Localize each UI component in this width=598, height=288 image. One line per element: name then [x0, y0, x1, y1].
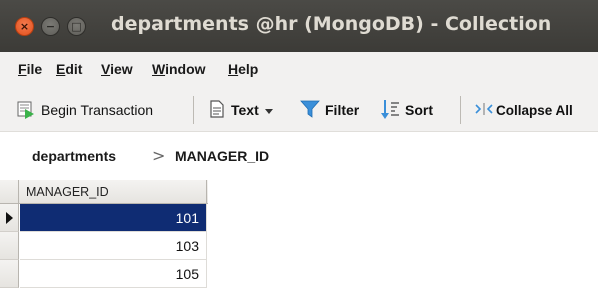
begin-transaction-button[interactable]: Begin Transaction [16, 88, 153, 132]
text-view-button[interactable]: Text [208, 88, 273, 132]
menu-view[interactable]: View [101, 61, 133, 77]
breadcrumb-field: MANAGER_ID [175, 148, 270, 164]
text-view-label: Text [231, 102, 259, 118]
menu-window-label: indow [165, 61, 206, 77]
close-icon: × [19, 20, 30, 33]
column-header-manager-id[interactable]: MANAGER_ID [20, 180, 207, 204]
toolbar-divider [460, 96, 461, 124]
row-header[interactable] [0, 232, 19, 260]
menu-window-accel: W [152, 61, 166, 77]
minimize-icon: − [45, 20, 56, 33]
row-header[interactable] [0, 260, 19, 288]
minimize-window-button[interactable]: − [41, 17, 60, 36]
sort-icon [380, 98, 400, 123]
menu-file[interactable]: File [18, 61, 42, 77]
grid-corner [0, 180, 19, 204]
sort-button[interactable]: Sort [380, 88, 433, 132]
filter-icon [300, 99, 320, 122]
table-cell[interactable]: 101 [20, 204, 207, 232]
table-cell[interactable]: 103 [20, 232, 207, 260]
menu-help[interactable]: Help [228, 61, 258, 77]
transaction-icon [16, 99, 36, 122]
collapse-icon [474, 102, 494, 119]
menu-window[interactable]: Window [152, 61, 206, 77]
breadcrumb-collection[interactable]: departments [32, 148, 116, 164]
menu-edit-label: dit [65, 61, 83, 77]
data-grid: MANAGER_ID 101 103 105 [0, 180, 598, 288]
sort-label: Sort [405, 102, 433, 118]
menu-bar: File Edit View Window Help [0, 52, 598, 88]
table-row[interactable]: 103 [0, 232, 208, 260]
collapse-all-label: Collapse All [496, 102, 573, 118]
breadcrumb-separator-icon: > [152, 146, 166, 165]
current-row-arrow-icon [6, 212, 13, 224]
grid-header: MANAGER_ID [0, 180, 208, 204]
menu-help-label: elp [238, 61, 259, 77]
menu-edit-accel: E [56, 61, 66, 77]
table-cell[interactable]: 105 [20, 260, 207, 288]
filter-label: Filter [325, 102, 360, 118]
menu-file-accel: F [18, 61, 27, 77]
filter-button[interactable]: Filter [300, 88, 359, 132]
table-row[interactable]: 101 [0, 204, 208, 232]
menu-view-accel: V [101, 61, 111, 77]
close-window-button[interactable]: × [15, 17, 34, 36]
menu-help-accel: H [228, 61, 239, 77]
maximize-icon: □ [71, 20, 82, 33]
menu-view-label: iew [110, 61, 133, 77]
chevron-down-icon [264, 102, 273, 118]
table-row[interactable]: 105 [0, 260, 208, 288]
menu-edit[interactable]: Edit [56, 61, 82, 77]
toolbar: Begin Transaction Text Filter Sort Colla… [0, 88, 598, 132]
maximize-window-button[interactable]: □ [67, 17, 86, 36]
menu-file-label: ile [26, 61, 43, 77]
window-titlebar: × − □ departments @hr (MongoDB) - Collec… [0, 0, 598, 52]
window-title: departments @hr (MongoDB) - Collection [111, 13, 552, 35]
document-icon [208, 99, 226, 122]
breadcrumb: departments > MANAGER_ID [0, 132, 598, 180]
row-header[interactable] [0, 204, 19, 232]
collapse-all-button[interactable]: Collapse All [474, 88, 573, 132]
begin-transaction-label: Begin Transaction [41, 102, 154, 118]
toolbar-divider [193, 96, 194, 124]
